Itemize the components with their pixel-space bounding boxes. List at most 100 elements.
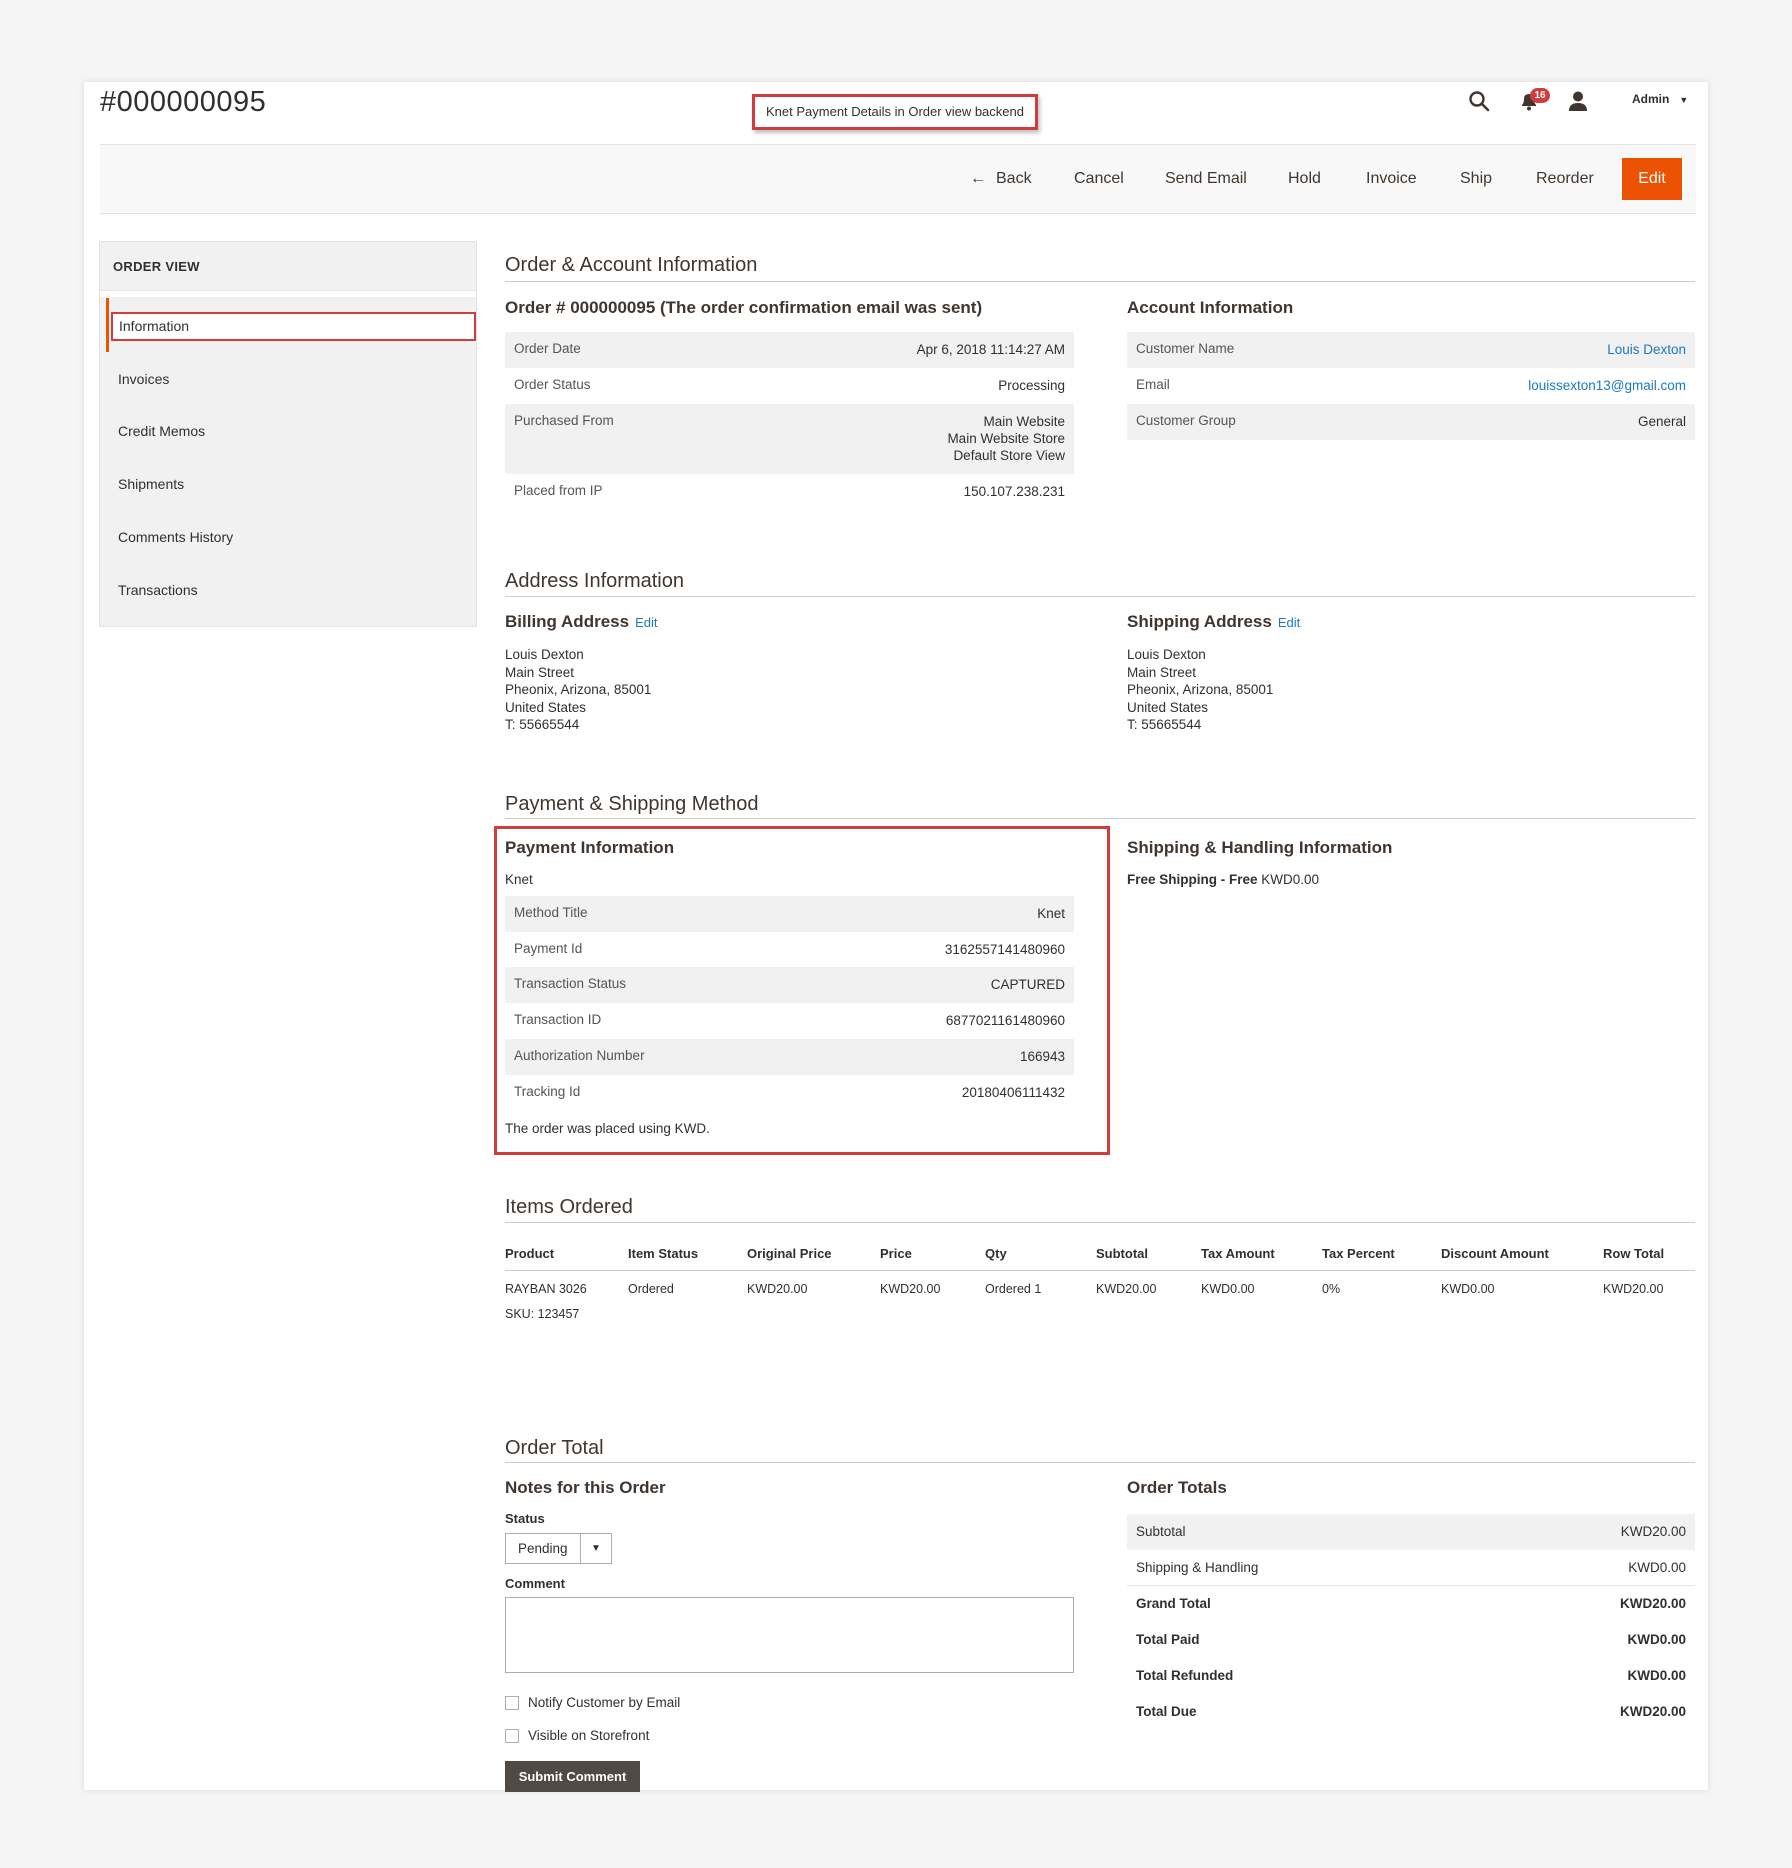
authorization-number-label: Authorization Number	[514, 1048, 645, 1063]
section-title-order-total: Order Total	[505, 1437, 604, 1459]
section-title-address: Address Information	[505, 570, 684, 592]
search-icon[interactable]	[1468, 90, 1490, 112]
sidebar-item-credit-memos[interactable]: Credit Memos	[118, 423, 205, 439]
col-header-qty: Qty	[985, 1246, 1007, 1261]
total-paid-value: KWD0.00	[1627, 1632, 1686, 1647]
sidebar-item-information[interactable]: Information	[111, 312, 476, 341]
col-header-row-total: Row Total	[1603, 1246, 1665, 1261]
notify-customer-checkbox[interactable]	[505, 1696, 519, 1710]
edit-billing-address-link[interactable]: Edit	[635, 615, 657, 630]
user-icon[interactable]	[1568, 90, 1588, 112]
shipping-handling-value: KWD0.00	[1628, 1560, 1686, 1575]
invoice-button[interactable]: Invoice	[1366, 170, 1417, 188]
comment-label: Comment	[505, 1576, 565, 1591]
shipping-address: Louis Dexton Main Street Pheonix, Arizon…	[1127, 646, 1273, 734]
price: KWD20.00	[880, 1282, 941, 1296]
placed-from-ip-label: Placed from IP	[514, 483, 603, 498]
shipping-street: Main Street	[1127, 664, 1197, 680]
purchased-from-store: Main Website Store	[947, 431, 1065, 446]
annotation-callout: Knet Payment Details in Order view backe…	[752, 94, 1038, 130]
page-title: #000000095	[100, 86, 267, 118]
order-status-label: Order Status	[514, 377, 591, 392]
shipping-phone: T: 55665544	[1127, 717, 1202, 732]
authorization-number-value: 166943	[1019, 1049, 1065, 1064]
shipping-method-name: Free Shipping - Free	[1127, 872, 1258, 887]
transaction-id-row: Transaction ID 6877021161480960	[505, 1003, 1074, 1039]
original-price: KWD20.00	[747, 1282, 808, 1296]
shipping-method-price: KWD0.00	[1261, 872, 1320, 887]
customer-group-row: Customer Group General	[1127, 404, 1695, 440]
status-select[interactable]: Pending ▼	[505, 1533, 612, 1564]
col-header-discount-amount: Discount Amount	[1441, 1246, 1549, 1261]
col-header-item-status: Item Status	[628, 1246, 699, 1261]
section-title-payment-shipping: Payment & Shipping Method	[505, 793, 759, 815]
customer-name-row: Customer Name Louis Dexton	[1127, 332, 1695, 368]
email-link[interactable]: louissexton13@gmail.com	[1528, 377, 1686, 394]
admin-label: Admin	[1632, 92, 1670, 106]
billing-street: Main Street	[505, 664, 575, 680]
section-divider	[505, 1222, 1695, 1223]
edit-shipping-address-link[interactable]: Edit	[1278, 615, 1300, 630]
col-header-product: Product	[505, 1246, 555, 1261]
col-header-original-price: Original Price	[747, 1246, 832, 1261]
admin-account-menu[interactable]: Admin ▼	[1632, 92, 1688, 106]
grand-total-value: KWD20.00	[1619, 1596, 1686, 1611]
payment-id-row: Payment Id 3162557141480960	[505, 932, 1074, 968]
billing-phone: T: 55665544	[505, 717, 580, 732]
submit-comment-button[interactable]: Submit Comment	[505, 1761, 640, 1792]
total-refunded-label: Total Refunded	[1136, 1668, 1234, 1683]
hold-button[interactable]: Hold	[1288, 170, 1321, 188]
visible-storefront-checkbox[interactable]	[505, 1729, 519, 1743]
shipping-handling-title: Shipping & Handling Information	[1127, 838, 1393, 857]
shipping-country: United States	[1127, 699, 1209, 715]
cancel-button[interactable]: Cancel	[1074, 170, 1124, 188]
order-date-value: Apr 6, 2018 11:14:27 AM	[916, 342, 1065, 357]
sidebar-item-comments-history[interactable]: Comments History	[118, 529, 233, 545]
send-email-button[interactable]: Send Email	[1165, 170, 1247, 188]
edit-button[interactable]: Edit	[1622, 158, 1682, 200]
visible-storefront-label: Visible on Storefront	[528, 1728, 650, 1743]
email-row: Email louissexton13@gmail.com	[1127, 368, 1695, 404]
sidebar-item-transactions[interactable]: Transactions	[118, 582, 198, 598]
customer-name-link[interactable]: Louis Dexton	[1607, 341, 1686, 358]
order-date-row: Order Date Apr 6, 2018 11:14:27 AM	[505, 332, 1074, 368]
ship-button[interactable]: Ship	[1460, 170, 1492, 188]
tax-percent: 0%	[1322, 1282, 1341, 1296]
arrow-left-icon: ←	[970, 170, 986, 187]
tracking-id-row: Tracking Id 20180406111432	[505, 1075, 1074, 1111]
authorization-number-row: Authorization Number 166943	[505, 1039, 1074, 1075]
tax-amount: KWD0.00	[1201, 1282, 1255, 1296]
section-divider	[505, 1462, 1695, 1463]
purchased-from-website: Main Website	[983, 414, 1065, 429]
order-totals-title: Order Totals	[1127, 1478, 1227, 1497]
shipping-name: Louis Dexton	[1127, 647, 1206, 662]
payment-method-name: Knet	[505, 872, 533, 887]
transaction-status-value: CAPTURED	[990, 977, 1065, 992]
billing-city: Pheonix, Arizona, 85001	[505, 682, 652, 697]
comment-textarea[interactable]	[505, 1597, 1074, 1673]
grand-total-row: Grand Total KWD20.00	[1127, 1586, 1695, 1622]
col-header-tax-amount: Tax Amount	[1201, 1246, 1275, 1261]
page-actions-bar	[100, 144, 1696, 214]
placed-from-ip-row: Placed from IP 150.107.238.231	[505, 474, 1074, 510]
tracking-id-label: Tracking Id	[514, 1084, 581, 1099]
section-divider	[505, 818, 1695, 819]
order-status-row: Order Status Processing	[505, 368, 1074, 404]
payment-id-label: Payment Id	[514, 941, 583, 956]
back-button[interactable]: ← Back	[970, 170, 1032, 188]
transaction-status-row: Transaction Status CAPTURED	[505, 967, 1074, 1003]
customer-group-value: General	[1637, 414, 1686, 429]
sidebar-item-invoices[interactable]: Invoices	[118, 371, 169, 387]
shipping-city: Pheonix, Arizona, 85001	[1127, 682, 1274, 697]
billing-address-title: Billing Address Edit	[505, 612, 657, 632]
customer-group-label: Customer Group	[1136, 413, 1236, 428]
reorder-button[interactable]: Reorder	[1536, 170, 1594, 188]
col-header-subtotal: Subtotal	[1096, 1246, 1148, 1261]
transaction-id-label: Transaction ID	[514, 1012, 602, 1027]
payment-id-value: 3162557141480960	[944, 942, 1065, 957]
sidebar-item-shipments[interactable]: Shipments	[118, 476, 184, 492]
shipping-handling-label: Shipping & Handling	[1136, 1560, 1259, 1575]
notes-title: Notes for this Order	[505, 1478, 666, 1497]
status-label: Status	[505, 1511, 545, 1526]
email-label: Email	[1136, 377, 1170, 392]
